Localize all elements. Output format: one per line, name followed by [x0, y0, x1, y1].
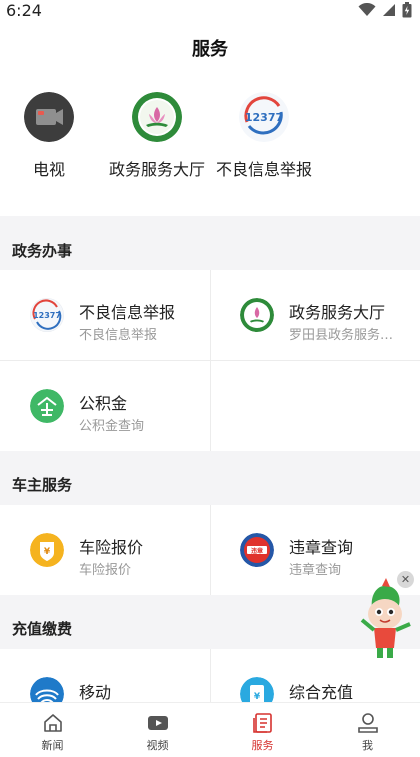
wifi-icon	[358, 3, 376, 16]
quick-item-report[interactable]: 12377 不良信息举报	[209, 92, 319, 180]
grid-divider	[210, 505, 211, 595]
service-item-mobile[interactable]: 移动	[0, 649, 210, 702]
china-mobile-icon	[30, 677, 64, 702]
service-item-subtitle: 公积金查询	[79, 419, 145, 434]
grid-divider	[210, 649, 211, 702]
service-item-government-hall[interactable]: 政务服务大厅 罗田县政务服务大厅	[210, 270, 420, 360]
service-item-title: 综合充值	[289, 683, 354, 702]
section-title-car-owner: 车主服务	[12, 476, 73, 494]
service-item-subtitle: 违章查询	[289, 563, 342, 578]
status-time: 6:24	[6, 1, 42, 20]
mascot-float-icon[interactable]	[348, 578, 420, 664]
nav-item-me[interactable]: 我	[315, 703, 420, 757]
nav-label: 视频	[146, 739, 169, 752]
government-hall-emblem-icon	[132, 92, 182, 142]
quick-item-government-hall[interactable]: 政务服务大厅	[102, 92, 212, 180]
svg-text:12377: 12377	[245, 111, 283, 124]
status-bar: 6:24	[0, 0, 420, 22]
quick-item-label: 政务服务大厅	[108, 160, 205, 179]
svg-text:¥: ¥	[254, 692, 261, 702]
government-hall-emblem-icon	[240, 298, 274, 332]
nav-label: 新闻	[41, 739, 64, 752]
service-item-title: 公积金	[79, 394, 128, 413]
section-title-recharge: 充值缴费	[12, 620, 73, 638]
svg-text:12377: 12377	[33, 311, 61, 320]
battery-icon	[402, 2, 412, 18]
service-item-report[interactable]: 12377 不良信息举报 不良信息举报	[0, 270, 210, 360]
car-insurance-icon: ¥	[30, 533, 64, 567]
service-list-icon	[252, 713, 272, 733]
service-item-subtitle: 车险报价	[79, 563, 132, 578]
user-icon	[357, 713, 378, 733]
service-item-title: 移动	[79, 683, 112, 702]
section-title-government: 政务办事	[12, 242, 73, 260]
bottom-nav: 新闻 视频 服务 我	[0, 702, 420, 757]
service-item-title: 违章查询	[289, 538, 354, 557]
nav-item-news[interactable]: 新闻	[0, 703, 105, 757]
video-play-icon	[147, 716, 168, 730]
service-item-car-insurance[interactable]: ¥ 车险报价 车险报价	[0, 505, 210, 595]
page-header: 服务	[0, 22, 420, 74]
service-item-title: 车险报价	[79, 538, 144, 557]
tv-camera-icon	[24, 92, 74, 142]
mascot-close-button[interactable]: ✕	[397, 571, 414, 588]
recharge-icon: ¥	[240, 677, 274, 702]
page-title: 服务	[192, 39, 228, 60]
service-item-title: 政务服务大厅	[289, 303, 386, 322]
quick-item-tv[interactable]: 电视	[0, 92, 104, 180]
service-item-housing-fund[interactable]: 公积金 公积金查询	[0, 361, 210, 451]
service-item-subtitle: 不良信息举报	[79, 328, 158, 343]
status-icons	[358, 2, 412, 18]
nav-item-video[interactable]: 视频	[105, 703, 210, 757]
service-item-subtitle: 罗田县政务服务大厅	[289, 328, 404, 343]
quick-item-label: 电视	[32, 160, 65, 179]
service-item-title: 不良信息举报	[79, 303, 176, 322]
svg-text:¥: ¥	[44, 547, 51, 557]
report-12377-icon: 12377	[30, 298, 64, 332]
nav-label: 我	[362, 739, 373, 752]
nav-label: 服务	[251, 739, 274, 752]
section-gap	[0, 216, 420, 226]
nav-item-service[interactable]: 服务	[210, 703, 315, 757]
quick-services: 电视 政务服务大厅 12377 不良信息举报	[0, 92, 420, 202]
traffic-violation-icon: 违章	[240, 533, 274, 567]
quick-item-label: 不良信息举报	[215, 160, 312, 179]
svg-text:违章: 违章	[251, 547, 263, 555]
report-12377-icon: 12377	[239, 92, 289, 142]
home-icon	[43, 714, 62, 732]
grid-divider	[0, 360, 420, 361]
housing-fund-icon	[30, 389, 64, 423]
signal-icon	[383, 4, 395, 16]
